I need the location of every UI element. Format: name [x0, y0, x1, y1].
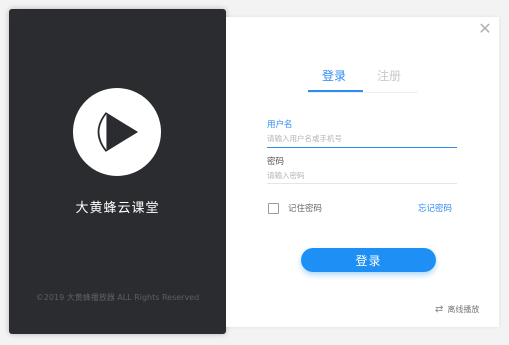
close-icon[interactable]: ✕ [477, 21, 493, 37]
active-tab-indicator [308, 90, 363, 92]
login-button[interactable]: 登录 [301, 248, 436, 272]
username-field: 用户名 [267, 118, 457, 148]
offline-label: 离线播放 [447, 305, 480, 314]
login-panel: ✕ 登录 注册 用户名 密码 记住密码 忘记密码 登录 ⇄ 离线播放 [226, 17, 499, 327]
copyright-text: ©2019 大黄蜂播放器 ALL Rights Reserved [35, 293, 200, 302]
remember-checkbox[interactable] [268, 202, 279, 214]
remember-label: 记住密码 [288, 204, 323, 214]
brand-panel: 大黄蜂云课堂 ©2019 大黄蜂播放器 ALL Rights Reserved [9, 9, 226, 334]
password-label: 密码 [267, 157, 285, 167]
swap-icon: ⇄ [435, 304, 444, 315]
window: 大黄蜂云课堂 ©2019 大黄蜂播放器 ALL Rights Reserved … [0, 0, 509, 345]
tab-login[interactable]: 登录 [322, 67, 346, 84]
password-field: 密码 [267, 155, 457, 184]
play-logo-icon [73, 88, 161, 176]
offline-play-link[interactable]: ⇄ 离线播放 [435, 304, 479, 315]
forgot-password-link[interactable]: 忘记密码 [418, 202, 452, 214]
password-input[interactable] [267, 171, 457, 180]
remember-password: 记住密码 [268, 202, 322, 214]
tab-register[interactable]: 注册 [377, 67, 401, 84]
username-label: 用户名 [267, 120, 293, 130]
auth-tabs: 登录 注册 [308, 67, 418, 93]
app-name: 大黄蜂云课堂 [75, 201, 160, 216]
username-input[interactable] [267, 134, 457, 143]
